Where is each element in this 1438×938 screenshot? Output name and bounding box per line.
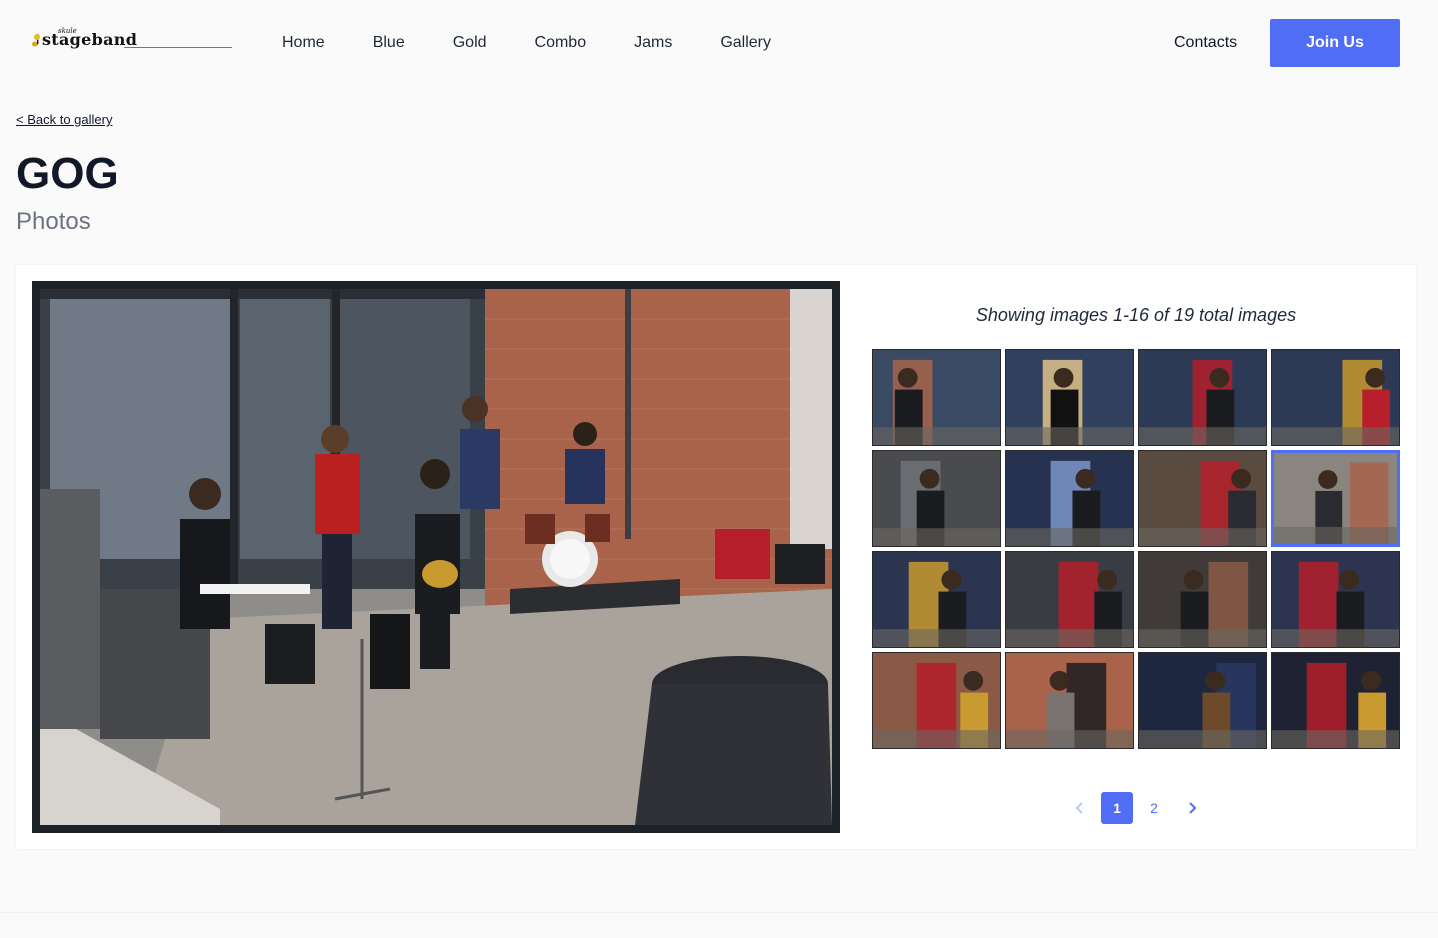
thumbnail-image: [1272, 350, 1399, 445]
nav-combo[interactable]: Combo: [511, 33, 611, 53]
thumbnail-image: [1006, 350, 1133, 445]
gallery-thumbnail[interactable]: [1138, 349, 1267, 446]
thumbnail-image: [1139, 350, 1266, 445]
thumbnail-image: [1272, 552, 1399, 647]
main-photo: [40, 289, 832, 825]
thumbnail-grid: [872, 349, 1400, 749]
main-photo-viewer[interactable]: [32, 281, 840, 833]
thumbnail-image: [1139, 552, 1266, 647]
gallery-thumbnail[interactable]: [1271, 450, 1400, 547]
thumbnail-image: [873, 653, 1000, 748]
nav-blue[interactable]: Blue: [349, 33, 429, 53]
thumbnail-image: [873, 552, 1000, 647]
site-header: skule stageband Home Blue Gold Combo Jam…: [0, 0, 1438, 86]
thumbnail-image: [1006, 451, 1133, 546]
page-2-button[interactable]: 2: [1138, 792, 1170, 824]
gallery-thumbnail[interactable]: [1005, 450, 1134, 547]
prev-page-button[interactable]: [1064, 792, 1096, 824]
gallery-thumbnail[interactable]: [1138, 551, 1267, 648]
gallery-thumbnail[interactable]: [1005, 349, 1134, 446]
page-subtitle: Photos: [16, 208, 91, 235]
gallery-thumbnail[interactable]: [1138, 450, 1267, 547]
stageband-logo[interactable]: skule stageband: [32, 27, 232, 54]
thumbnail-image: [1006, 653, 1133, 748]
chevron-left-icon: [1075, 802, 1083, 814]
logo-text: stageband: [42, 30, 138, 49]
thumbnail-image: [873, 451, 1000, 546]
gallery-thumbnail[interactable]: [1005, 551, 1134, 648]
music-note-icon: [32, 34, 40, 47]
gallery-thumbnail[interactable]: [1138, 652, 1267, 749]
logo-underline: [124, 47, 232, 48]
showing-count-text: Showing images 1-16 of 19 total images: [975, 305, 1297, 325]
thumbnail-image: [1006, 552, 1133, 647]
gallery-thumbnail[interactable]: [1271, 551, 1400, 648]
pagination: 1 2: [1064, 792, 1208, 826]
gallery-thumbnail[interactable]: [1271, 349, 1400, 446]
thumbnail-image: [1272, 653, 1399, 748]
join-us-button[interactable]: Join Us: [1270, 19, 1400, 67]
thumbnail-image: [873, 350, 1000, 445]
gallery-thumbnail[interactable]: [872, 652, 1001, 749]
gallery-thumbnail[interactable]: [872, 349, 1001, 446]
nav-contacts[interactable]: Contacts: [1174, 33, 1237, 53]
nav-jams[interactable]: Jams: [610, 33, 696, 53]
main-nav: Home Blue Gold Combo Jams Gallery: [258, 33, 795, 53]
thumbnail-image: [1139, 653, 1266, 748]
gallery-thumbnail[interactable]: [872, 551, 1001, 648]
page-1-button[interactable]: 1: [1101, 792, 1133, 824]
nav-gold[interactable]: Gold: [429, 33, 511, 53]
gallery-thumbnail[interactable]: [1271, 652, 1400, 749]
gallery-thumbnail[interactable]: [872, 450, 1001, 547]
nav-gallery[interactable]: Gallery: [696, 33, 795, 53]
thumbnail-image: [1139, 451, 1266, 546]
footer: [0, 912, 1438, 938]
thumbnail-image: [1274, 453, 1397, 544]
gallery-thumbnail[interactable]: [1005, 652, 1134, 749]
page-title: GOG: [16, 149, 119, 198]
nav-home[interactable]: Home: [258, 33, 349, 53]
back-to-gallery-link[interactable]: < Back to gallery: [16, 112, 112, 127]
chevron-right-icon: [1189, 802, 1197, 814]
next-page-button[interactable]: [1176, 792, 1208, 824]
